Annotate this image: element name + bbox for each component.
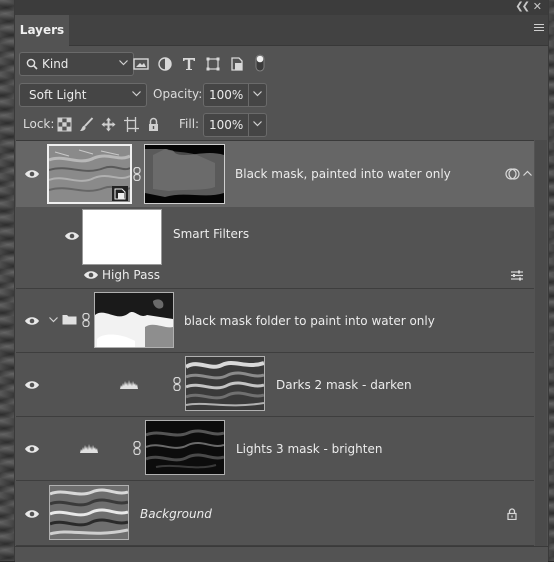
eye-icon[interactable] bbox=[24, 509, 40, 519]
opacity-value: 100% bbox=[209, 88, 244, 102]
adjustment-filter-icon[interactable] bbox=[157, 57, 173, 71]
collapse-panel-icon[interactable]: ❮❮ bbox=[515, 1, 530, 12]
layers-list[interactable]: Black mask, painted into water only Smar… bbox=[16, 140, 534, 547]
lock-all-icon[interactable] bbox=[146, 117, 161, 132]
levels-adjustment-icon[interactable] bbox=[80, 443, 98, 453]
layer-mask-thumbnail[interactable] bbox=[185, 356, 265, 411]
mask-link-icon[interactable] bbox=[133, 441, 141, 455]
filter-blending-options-icon[interactable] bbox=[510, 270, 524, 281]
eye-icon[interactable] bbox=[24, 169, 40, 179]
lock-image-icon[interactable] bbox=[79, 117, 94, 132]
lock-position-icon[interactable] bbox=[101, 117, 116, 132]
close-panel-icon[interactable]: ✕ bbox=[533, 0, 542, 13]
layer-name[interactable]: black mask folder to paint into water on… bbox=[184, 314, 435, 328]
layer-row-group[interactable]: black mask folder to paint into water on… bbox=[16, 289, 534, 353]
panel-bottom-strip bbox=[15, 546, 548, 562]
search-icon bbox=[26, 58, 38, 70]
layer-row-adjustment[interactable]: Lights 3 mask - brighten bbox=[16, 417, 534, 481]
type-filter-icon[interactable] bbox=[181, 57, 197, 71]
smart-object-thumbnail bbox=[49, 146, 130, 202]
opacity-label: Opacity: bbox=[153, 87, 203, 101]
layer-mask-thumbnail[interactable] bbox=[144, 144, 225, 204]
tab-layers[interactable]: Layers bbox=[15, 15, 69, 46]
mask-link-icon[interactable] bbox=[82, 313, 90, 327]
layers-panel: ❮❮ ✕ Layers Kind Soft Light Opacity: 100… bbox=[14, 0, 549, 562]
mask-thumbnail bbox=[95, 293, 173, 347]
blend-mode-value: Soft Light bbox=[29, 88, 87, 102]
smart-filter-indicator-icon[interactable] bbox=[505, 167, 521, 181]
filter-name[interactable]: High Pass bbox=[102, 268, 160, 282]
mask-thumbnail bbox=[146, 421, 224, 474]
layer-name[interactable]: Lights 3 mask - brighten bbox=[236, 442, 382, 456]
layer-row-background[interactable]: Background bbox=[16, 481, 534, 546]
lock-label: Lock: bbox=[23, 117, 55, 131]
filter-kind-value: Kind bbox=[42, 57, 69, 71]
filter-row: Kind bbox=[15, 45, 548, 82]
chevron-down-icon bbox=[119, 53, 128, 75]
chevron-down-icon[interactable] bbox=[248, 114, 262, 136]
levels-adjustment-icon[interactable] bbox=[120, 379, 138, 389]
smart-object-filter-icon[interactable] bbox=[229, 57, 245, 71]
blend-row: Soft Light Opacity: 100% bbox=[15, 82, 548, 110]
chevron-down-icon bbox=[132, 84, 141, 106]
layer-name[interactable]: Background bbox=[140, 507, 212, 521]
shape-filter-icon[interactable] bbox=[205, 57, 221, 71]
lock-artboard-icon[interactable] bbox=[124, 117, 139, 132]
chevron-down-icon[interactable] bbox=[49, 317, 58, 323]
group-mask-thumbnail[interactable] bbox=[94, 292, 174, 348]
image-filter-icon[interactable] bbox=[133, 57, 149, 71]
panel-title-strip: ❮❮ ✕ bbox=[15, 0, 548, 15]
background-thumbnail bbox=[50, 486, 128, 539]
layer-thumbnail[interactable] bbox=[49, 485, 129, 540]
folder-icon bbox=[62, 315, 77, 325]
eye-icon[interactable] bbox=[24, 316, 40, 326]
opacity-input[interactable]: 100% bbox=[203, 83, 267, 107]
layer-name[interactable]: Black mask, painted into water only bbox=[235, 167, 451, 181]
smart-filters-label: Smart Filters bbox=[173, 227, 250, 241]
lock-icon[interactable] bbox=[507, 508, 517, 520]
lock-transparent-icon[interactable] bbox=[57, 117, 72, 132]
fill-label: Fill: bbox=[179, 117, 200, 131]
layer-thumbnail[interactable] bbox=[47, 144, 132, 204]
fill-input[interactable]: 100% bbox=[203, 113, 267, 137]
layer-name[interactable]: Darks 2 mask - darken bbox=[276, 378, 412, 392]
chevron-up-icon[interactable] bbox=[523, 170, 532, 176]
filter-toggle-icon[interactable] bbox=[255, 54, 265, 72]
fill-value: 100% bbox=[209, 118, 244, 132]
mask-link-icon[interactable] bbox=[133, 167, 141, 181]
layer-row-adjustment[interactable]: Darks 2 mask - darken bbox=[16, 353, 534, 417]
tab-bar: Layers bbox=[15, 15, 548, 46]
chevron-down-icon[interactable] bbox=[248, 84, 262, 106]
mask-thumbnail bbox=[145, 145, 224, 203]
filter-kind-select[interactable]: Kind bbox=[19, 52, 134, 76]
eye-icon[interactable] bbox=[24, 444, 40, 454]
eye-icon[interactable] bbox=[24, 380, 40, 390]
eye-icon[interactable] bbox=[83, 270, 99, 280]
smart-filter-mask-thumbnail[interactable] bbox=[82, 209, 162, 265]
panel-menu-icon[interactable] bbox=[534, 24, 544, 34]
layer-row-smart-object[interactable]: Black mask, painted into water only bbox=[16, 141, 534, 208]
layer-mask-thumbnail[interactable] bbox=[145, 420, 225, 475]
lock-row: Lock: Fill: 100% bbox=[15, 110, 548, 138]
blend-mode-select[interactable]: Soft Light bbox=[19, 83, 147, 107]
eye-icon[interactable] bbox=[64, 231, 80, 241]
smart-filters-row[interactable]: Smart Filters High Pass bbox=[16, 207, 534, 289]
mask-thumbnail bbox=[186, 357, 264, 410]
mask-link-icon[interactable] bbox=[173, 377, 181, 391]
layers-scrollbar[interactable] bbox=[535, 140, 547, 546]
